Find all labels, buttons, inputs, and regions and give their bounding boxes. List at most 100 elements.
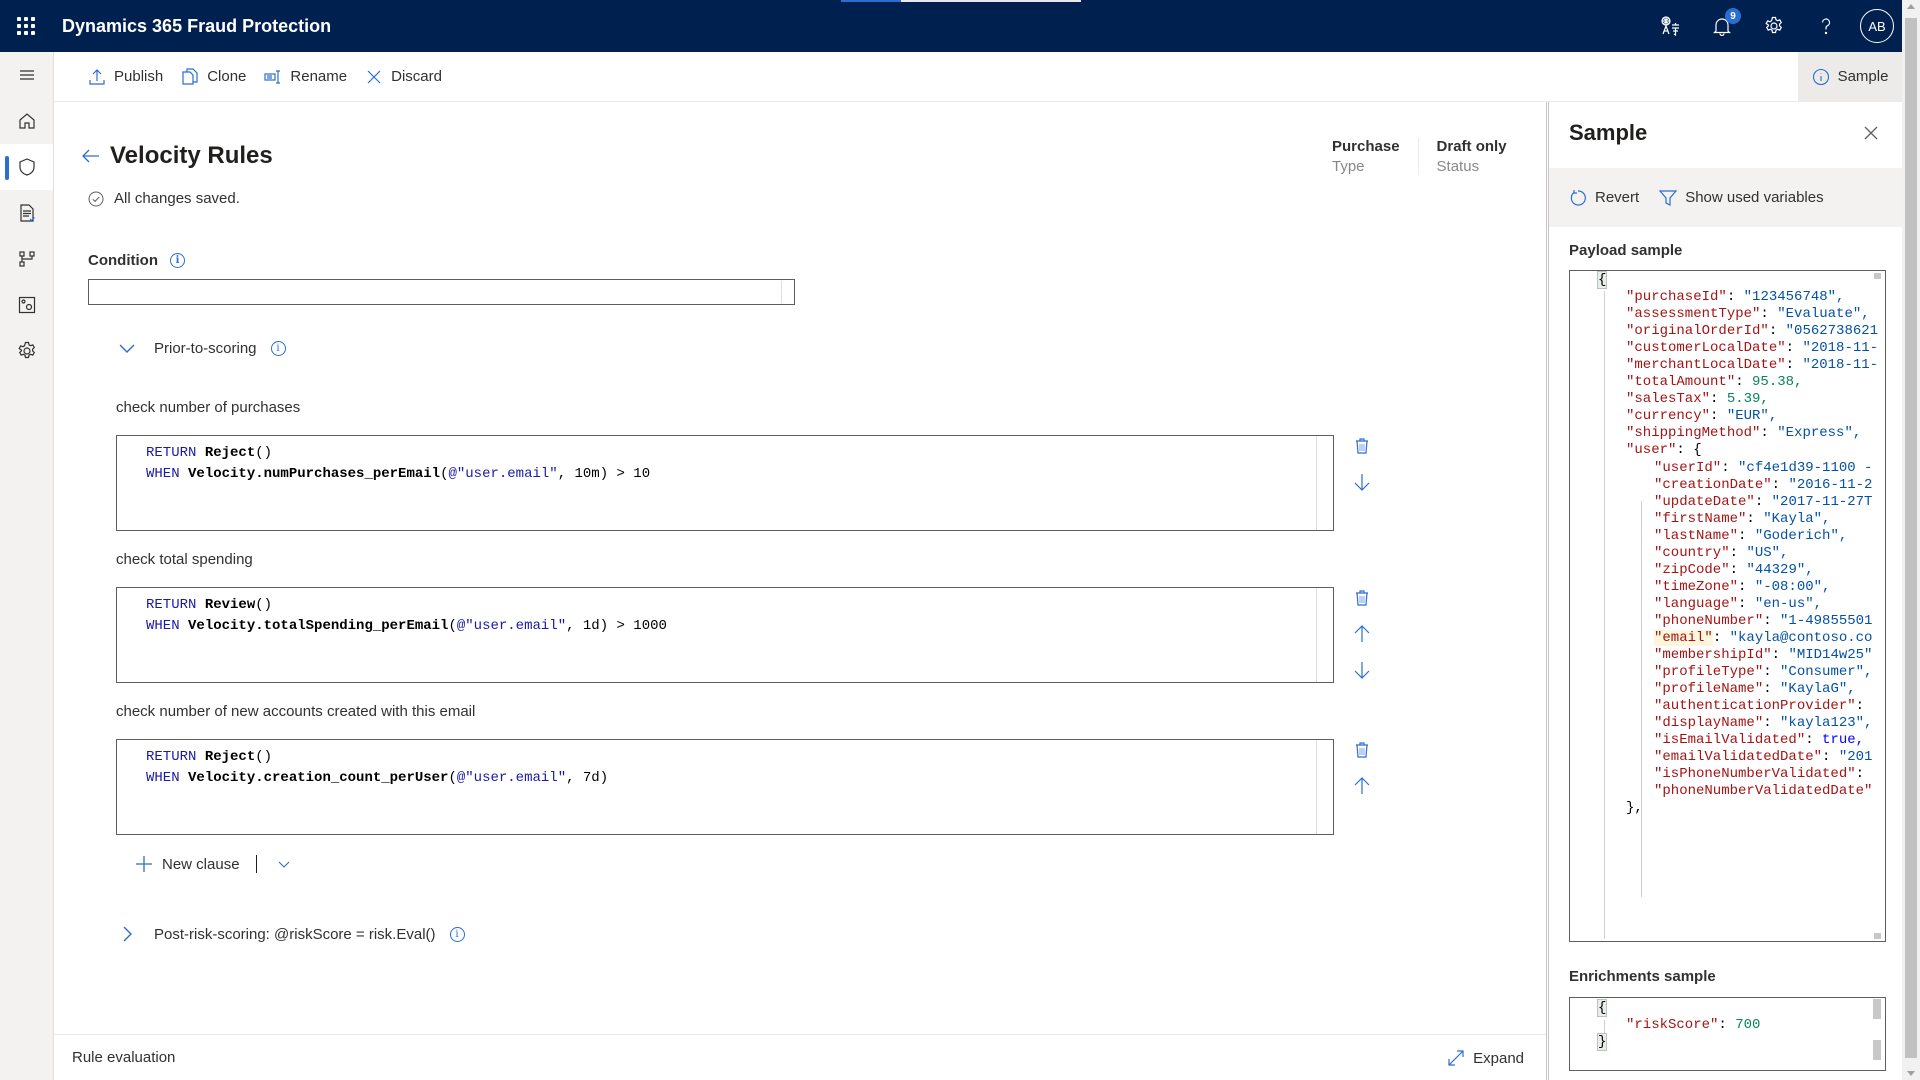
json-key: "customerLocalDate" bbox=[1626, 340, 1786, 357]
enrichments-sample-editor[interactable]: {"riskScore": 700} bbox=[1569, 997, 1886, 1071]
window-scrollbar[interactable] bbox=[1902, 0, 1920, 1080]
enrichments-scrollbar-thumb[interactable] bbox=[1873, 999, 1881, 1019]
sample-toggle-button[interactable]: Sample bbox=[1798, 52, 1902, 101]
page-title: Velocity Rules bbox=[110, 142, 273, 169]
json-value: 5.39, bbox=[1726, 391, 1769, 408]
publish-label: Publish bbox=[114, 68, 164, 85]
clause-code-editor[interactable]: RETURN Reject() WHEN Velocity.creation_c… bbox=[116, 739, 1334, 835]
json-line: "currency": "EUR", bbox=[1598, 408, 1878, 425]
help-button[interactable] bbox=[1800, 0, 1852, 52]
rule-metadata: Purchase Type Draft only Status bbox=[1314, 138, 1525, 175]
payload-sample-editor[interactable]: {"purchaseId": "123456748", "assessmentTy… bbox=[1569, 270, 1886, 942]
payload-scroll-down[interactable] bbox=[1874, 933, 1881, 939]
rename-button[interactable]: Rename bbox=[264, 68, 347, 86]
json-line: "user": { bbox=[1598, 442, 1878, 459]
discard-label: Discard bbox=[391, 68, 442, 85]
settings-button[interactable] bbox=[1748, 0, 1800, 52]
enrichments-scrollbar-thumb[interactable] bbox=[1873, 1040, 1881, 1060]
payload-scroll-up[interactable] bbox=[1874, 273, 1881, 279]
back-arrow-icon[interactable] bbox=[80, 145, 102, 167]
json-value: "kayla123", bbox=[1780, 715, 1873, 732]
filter-icon bbox=[1659, 189, 1678, 206]
prior-to-scoring-info-icon[interactable]: i bbox=[270, 340, 286, 356]
nav-item-protection[interactable] bbox=[0, 144, 53, 190]
json-line: "profileType": "Consumer", bbox=[1598, 664, 1878, 681]
code-keyword: WHEN bbox=[146, 618, 180, 634]
nav-item-settings[interactable] bbox=[0, 328, 53, 374]
json-colon: : bbox=[1726, 289, 1744, 306]
expand-button[interactable]: Expand bbox=[1447, 1035, 1524, 1080]
nav-item-reports[interactable] bbox=[0, 190, 53, 236]
discard-button[interactable]: Discard bbox=[365, 68, 442, 86]
json-line: "country": "US", bbox=[1598, 545, 1878, 562]
left-navigation bbox=[0, 52, 54, 1080]
revert-button[interactable]: Revert bbox=[1569, 189, 1639, 207]
json-line: "profileName": "KaylaG", bbox=[1598, 681, 1878, 698]
prior-to-scoring-toggle[interactable]: Prior-to-scoring i bbox=[118, 339, 286, 357]
json-line: "isPhoneNumberValidated": bbox=[1598, 766, 1878, 783]
enrichments-json: {"riskScore": 700} bbox=[1596, 999, 1760, 1052]
scroll-down-arrow-icon[interactable] bbox=[1907, 1071, 1915, 1076]
waffle-icon bbox=[17, 17, 35, 35]
expand-label: Expand bbox=[1473, 1049, 1524, 1067]
clause-code-editor[interactable]: RETURN Review() WHEN Velocity.totalSpend… bbox=[116, 587, 1334, 683]
shield-icon bbox=[18, 158, 35, 176]
copy-icon bbox=[182, 67, 198, 85]
nav-item-home[interactable] bbox=[0, 98, 53, 144]
json-value: true, bbox=[1822, 732, 1865, 749]
json-key: "userId" bbox=[1654, 459, 1722, 476]
clause-code-editor[interactable]: RETURN Reject() WHEN Velocity.numPurchas… bbox=[116, 435, 1334, 531]
new-clause-button[interactable]: New clause bbox=[134, 854, 299, 874]
json-colon: : bbox=[1735, 374, 1753, 391]
upload-icon bbox=[89, 68, 105, 85]
json-value: "0562738621 bbox=[1785, 323, 1879, 340]
show-used-variables-button[interactable]: Show used variables bbox=[1659, 189, 1824, 207]
close-icon[interactable] bbox=[1862, 124, 1880, 142]
post-risk-scoring-toggle[interactable]: Post-risk-scoring: @riskScore = risk.Eva… bbox=[118, 925, 465, 943]
json-line: "phoneNumber": "1-49855501 bbox=[1598, 613, 1878, 630]
json-colon: : bbox=[1676, 442, 1694, 459]
json-colon: : bbox=[1754, 493, 1772, 510]
notifications-button[interactable]: 9 bbox=[1696, 0, 1748, 52]
condition-info-icon[interactable]: i bbox=[169, 253, 185, 268]
json-line: "updateDate": "2017-11-27T bbox=[1598, 494, 1878, 511]
condition-input[interactable] bbox=[88, 279, 795, 305]
post-risk-scoring-info-icon[interactable]: i bbox=[449, 926, 465, 942]
scroll-up-arrow-icon[interactable] bbox=[1907, 4, 1915, 9]
nav-item-routing[interactable] bbox=[0, 236, 53, 282]
json-colon: : bbox=[1763, 664, 1781, 681]
app-launcher-button[interactable] bbox=[0, 0, 52, 52]
json-colon: : bbox=[1738, 595, 1755, 612]
settings-icon bbox=[17, 341, 35, 359]
delete-icon[interactable] bbox=[1352, 588, 1372, 608]
nav-menu-toggle[interactable] bbox=[0, 52, 53, 98]
arrow-up-icon[interactable] bbox=[1352, 776, 1372, 796]
arrow-down-icon[interactable] bbox=[1352, 660, 1372, 680]
json-key: "email" bbox=[1654, 629, 1713, 646]
arrow-up-icon[interactable] bbox=[1352, 624, 1372, 644]
json-colon: : bbox=[1785, 340, 1803, 357]
code-function: Velocity.numPurchases_perEmail bbox=[188, 466, 441, 482]
split-divider bbox=[255, 855, 257, 873]
json-key: "profileName" bbox=[1654, 681, 1764, 698]
user-avatar[interactable]: AB bbox=[1860, 9, 1894, 43]
arrow-down-icon[interactable] bbox=[1352, 472, 1372, 492]
code-function: Review bbox=[204, 597, 256, 613]
language-button[interactable] bbox=[1644, 0, 1696, 52]
chevron-down-icon[interactable] bbox=[277, 857, 291, 871]
code-text: ( bbox=[448, 770, 457, 786]
json-line: { bbox=[1596, 271, 1878, 289]
json-colon: : bbox=[1729, 544, 1747, 561]
code-text: , 7d) bbox=[566, 770, 609, 786]
json-line: "creationDate": "2016-11-2 bbox=[1598, 477, 1878, 494]
clone-button[interactable]: Clone bbox=[181, 67, 246, 86]
json-value: "Consumer", bbox=[1780, 664, 1873, 681]
delete-icon[interactable] bbox=[1352, 436, 1372, 456]
nav-item-data[interactable] bbox=[0, 282, 53, 328]
scrollbar-thumb[interactable] bbox=[1905, 18, 1917, 1058]
json-key: "emailValidatedDate" bbox=[1654, 749, 1823, 766]
publish-button[interactable]: Publish bbox=[88, 68, 163, 86]
delete-icon[interactable] bbox=[1352, 740, 1372, 760]
json-value: "US", bbox=[1746, 544, 1789, 561]
loading-progress-fill bbox=[841, 0, 901, 2]
